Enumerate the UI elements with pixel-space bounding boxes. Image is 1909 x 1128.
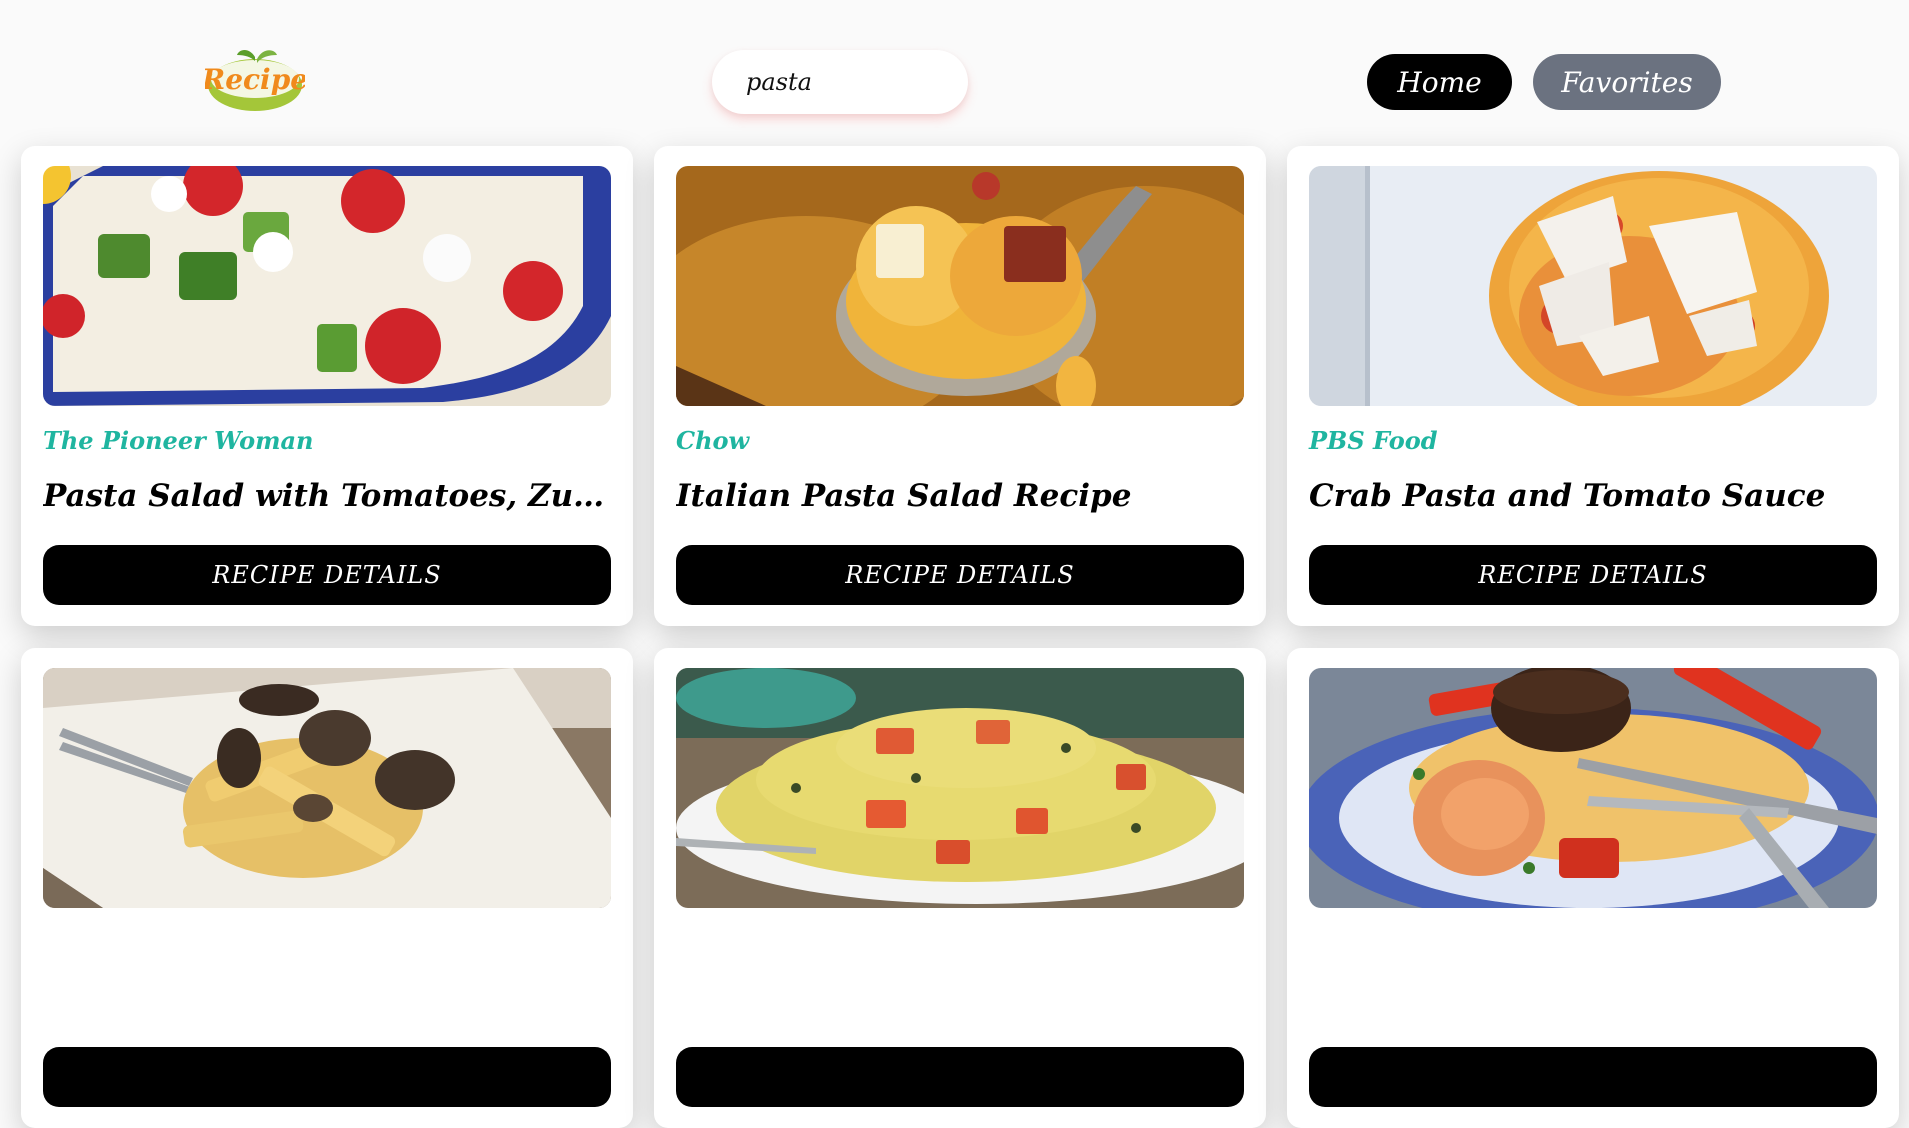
recipe-source: PBS Food bbox=[1309, 426, 1438, 455]
recipe-image[interactable] bbox=[676, 668, 1244, 908]
recipe-details-button[interactable]: RECIPE DETAILS bbox=[676, 545, 1244, 605]
recipe-image[interactable] bbox=[1309, 166, 1877, 406]
recipe-title: Pasta Salad with Tomatoes, Zucchini,... bbox=[43, 478, 613, 514]
recipe-details-button[interactable] bbox=[43, 1047, 611, 1107]
home-button[interactable]: Home bbox=[1367, 54, 1512, 110]
recipe-image[interactable] bbox=[1309, 668, 1877, 908]
recipe-image[interactable] bbox=[676, 166, 1244, 406]
recipe-card: Chow Italian Pasta Salad Recipe RECIPE D… bbox=[654, 146, 1266, 626]
recipe-card: PBS Food Crab Pasta and Tomato Sauce REC… bbox=[1287, 146, 1899, 626]
recipe-image[interactable] bbox=[43, 668, 611, 908]
search-input[interactable] bbox=[712, 50, 968, 114]
favorites-button[interactable]: Favorites bbox=[1533, 54, 1721, 110]
recipe-details-button[interactable] bbox=[676, 1047, 1244, 1107]
recipe-card bbox=[654, 648, 1266, 1128]
recipe-title: Italian Pasta Salad Recipe bbox=[676, 478, 1132, 514]
recipe-source: Chow bbox=[676, 426, 750, 455]
recipe-card bbox=[1287, 648, 1899, 1128]
recipe-card bbox=[21, 648, 633, 1128]
recipe-details-button[interactable] bbox=[1309, 1047, 1877, 1107]
site-header: Recipe Home Favorites bbox=[0, 0, 1909, 150]
recipe-logo[interactable]: Recipe bbox=[201, 45, 308, 113]
recipe-image[interactable] bbox=[43, 166, 611, 406]
recipe-card: The Pioneer Woman Pasta Salad with Tomat… bbox=[21, 146, 633, 626]
recipe-details-button[interactable]: RECIPE DETAILS bbox=[43, 545, 611, 605]
recipe-details-button[interactable]: RECIPE DETAILS bbox=[1309, 545, 1877, 605]
recipe-source: The Pioneer Woman bbox=[43, 426, 314, 455]
svg-text:Recipe: Recipe bbox=[205, 63, 305, 96]
recipe-title: Crab Pasta and Tomato Sauce bbox=[1309, 478, 1826, 514]
